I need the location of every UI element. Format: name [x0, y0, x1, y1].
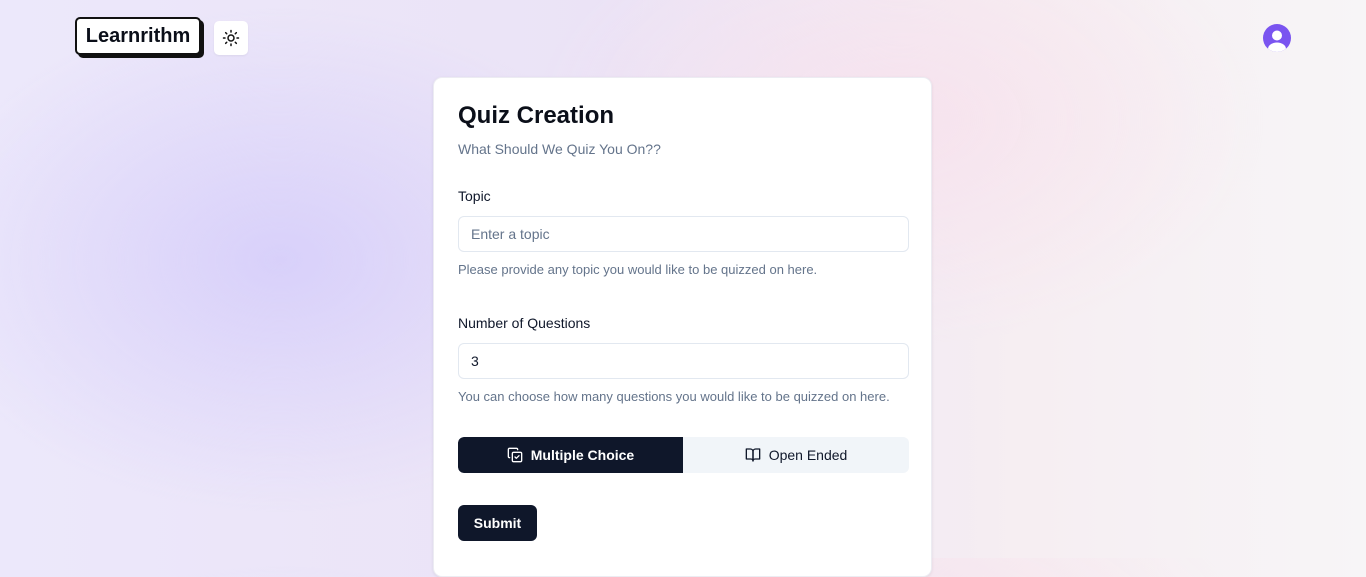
topic-input[interactable]	[458, 216, 909, 252]
open-ended-label: Open Ended	[768, 447, 848, 463]
theme-toggle-button[interactable]	[214, 21, 248, 55]
questions-label: Number of Questions	[458, 315, 591, 331]
quiz-creation-card: Quiz Creation What Should We Quiz You On…	[433, 77, 932, 577]
topic-label: Topic	[458, 188, 491, 204]
user-avatar-icon	[1263, 24, 1291, 52]
multiple-choice-button[interactable]: Multiple Choice	[458, 437, 683, 473]
user-avatar[interactable]	[1263, 24, 1291, 52]
app-logo[interactable]: Learnrithm	[75, 17, 201, 55]
submit-label: Submit	[473, 515, 522, 531]
logo-text: Learnrithm	[85, 24, 191, 47]
copy-check-icon	[507, 447, 523, 463]
multiple-choice-label: Multiple Choice	[530, 447, 635, 463]
quiz-type-toggle: Multiple Choice Open Ended	[458, 437, 909, 473]
questions-help-text: You can choose how many questions you wo…	[458, 389, 890, 404]
book-open-icon	[745, 447, 761, 463]
submit-button[interactable]: Submit	[458, 505, 537, 541]
questions-count-input[interactable]	[458, 343, 909, 379]
card-subtitle: What Should We Quiz You On??	[458, 141, 661, 157]
topic-help-text: Please provide any topic you would like …	[458, 262, 818, 277]
card-title: Quiz Creation	[458, 102, 615, 129]
open-ended-button[interactable]: Open Ended	[683, 437, 909, 473]
sun-icon	[222, 29, 240, 47]
